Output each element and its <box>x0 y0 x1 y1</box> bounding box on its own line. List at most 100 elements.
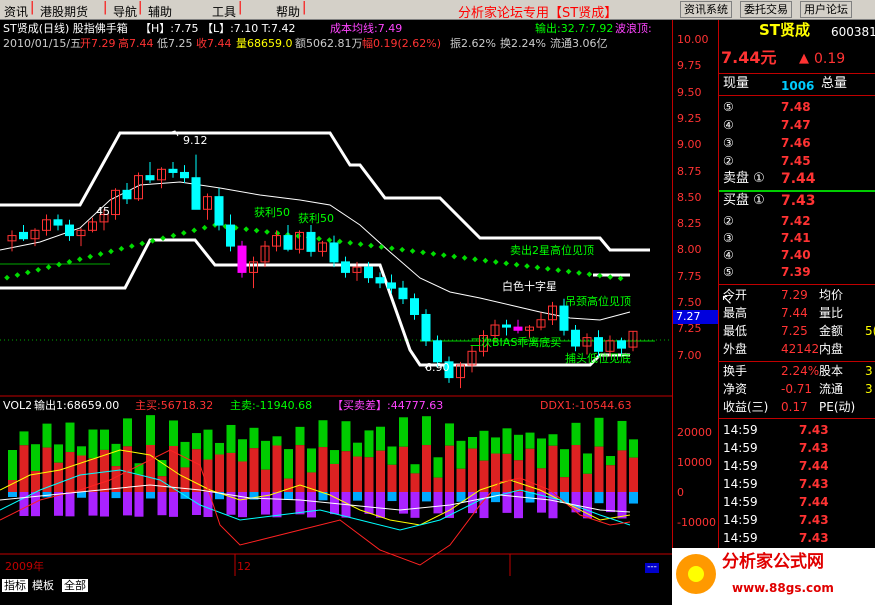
vol-bar-neg <box>594 492 604 504</box>
green-dot <box>524 263 530 269</box>
vol-bar-neg <box>433 492 443 514</box>
candle-body <box>364 266 373 279</box>
green-dot <box>565 268 572 275</box>
trade-button[interactable]: 委托交易 <box>740 1 792 18</box>
green-dot <box>14 272 21 278</box>
quote-panel: ST贤成 600381 7.44元 ▲ 0.19 现量 1006 总量 ⑤ 7.4… <box>718 20 875 576</box>
vol-tick: -10000 <box>677 516 716 529</box>
candle-body <box>410 298 419 315</box>
vol-bar-neg <box>583 492 592 519</box>
tab-indicator[interactable]: 指标 <box>2 579 28 592</box>
ddx: DDX1:-10544.63 <box>540 399 632 412</box>
vol-bar <box>111 443 121 467</box>
price-tick: 7.25 <box>677 322 702 336</box>
main-buy: 主买:56718.32 <box>135 399 214 412</box>
vol-bar <box>422 416 431 446</box>
price-tick: 7.00 <box>677 348 702 362</box>
green-dot <box>139 240 146 247</box>
tick-time: 14:59 <box>723 459 758 473</box>
scroll-indicator[interactable]: --- <box>645 563 659 573</box>
candle-body <box>168 168 178 173</box>
vol-bar <box>42 423 52 448</box>
vol-bar <box>295 426 305 446</box>
candle-body <box>145 175 155 181</box>
info-system-button[interactable]: 资讯系统 <box>680 1 732 18</box>
vol-bar <box>629 439 638 458</box>
chart-area[interactable]: ST贤成(日线) 股指佛手箱 【H】:7.75 【L】:7.10 T:7.42 … <box>0 20 672 576</box>
indicator-name[interactable]: VOL2 <box>3 400 32 412</box>
tick-time: 14:59 <box>723 513 758 527</box>
vol-bar-neg <box>514 492 523 519</box>
vol-bar <box>226 452 236 492</box>
vol-bar <box>272 436 282 446</box>
change-val: 0.19 <box>814 51 846 67</box>
green-dot <box>399 246 406 253</box>
stat2-key2: PE(动) <box>819 400 856 414</box>
vol-bar <box>146 415 155 446</box>
green-dot <box>128 243 135 249</box>
menu-item-hk-futures[interactable]: 港股期货 <box>40 3 88 20</box>
vol-bar-neg <box>364 492 374 514</box>
vol-bar <box>31 444 40 472</box>
ask1: 7.44 <box>781 171 816 187</box>
green-dot <box>368 242 374 249</box>
stat-value: 7.25 <box>781 324 808 338</box>
green-dot <box>503 260 510 267</box>
ask-level: ② <box>723 154 734 168</box>
menu-item-nav[interactable]: 导航 <box>113 3 137 20</box>
candle-body <box>398 287 408 300</box>
sell-star-label: 卖出2星高位见顶 <box>510 244 594 257</box>
vol-bar <box>548 445 558 492</box>
vol-bar-neg <box>387 492 397 502</box>
tab-template[interactable]: 模板 <box>30 579 56 592</box>
green-dot <box>191 227 198 234</box>
tab-all[interactable]: 全部 <box>62 579 88 592</box>
candle-body <box>617 340 626 349</box>
menu-item-tools[interactable]: 工具 <box>212 3 236 20</box>
green-dot <box>56 261 62 268</box>
vol-bar-neg <box>203 492 213 518</box>
buy-sell-diff: 【买卖差】:44777.63 <box>332 399 444 412</box>
menu-item-help[interactable]: 帮助 <box>276 3 300 20</box>
vol-bar <box>594 446 604 492</box>
vol-bar <box>272 445 282 492</box>
candle-body <box>559 305 569 331</box>
flower-icon <box>676 554 716 594</box>
green-dot <box>544 265 551 272</box>
bid-price: 7.42 <box>781 214 811 228</box>
candle-body <box>53 219 63 226</box>
vol-bar <box>157 476 167 492</box>
vol-tick: 20000 <box>677 426 712 439</box>
neck-top-label: 吊颈高位见顶 <box>565 295 631 308</box>
vol-bar <box>100 429 109 450</box>
vol-bar <box>514 434 523 461</box>
vol-bar <box>560 449 569 478</box>
profit-label-1: 获利50 <box>254 206 290 219</box>
vol-bar-neg <box>284 492 293 500</box>
vol-bar <box>19 445 29 492</box>
vol-bar-neg <box>272 492 282 518</box>
candle-series <box>7 154 638 389</box>
volume: 量68659.0 <box>236 37 293 50</box>
vol-tick: 0 <box>677 486 684 499</box>
last-price: 7.44元 <box>721 48 777 67</box>
vol-bar <box>410 473 420 492</box>
menu-item-assist[interactable]: 辅助 <box>148 3 172 20</box>
forum-button[interactable]: 用户论坛 <box>800 1 852 18</box>
green-dot <box>555 267 562 274</box>
bid-price: 7.40 <box>781 248 811 262</box>
vol-bar <box>77 446 86 456</box>
indicator-output: 输出1:68659.00 <box>34 399 120 412</box>
candle-body <box>341 261 350 273</box>
menu-item-info[interactable]: 资讯 <box>4 3 28 20</box>
green-dot <box>357 241 364 248</box>
site-logo: 分析家公式网 www.88gs.com <box>672 548 875 605</box>
vol-bar <box>19 431 29 446</box>
vol-bar <box>617 420 627 451</box>
x-month: 12 <box>237 560 251 573</box>
vol-bar <box>468 436 477 449</box>
change-arrow: ▲ <box>799 51 809 66</box>
stat2-key2: 流通 <box>819 382 844 396</box>
peak-label: 9.12 <box>183 134 208 147</box>
green-dot <box>347 240 354 246</box>
